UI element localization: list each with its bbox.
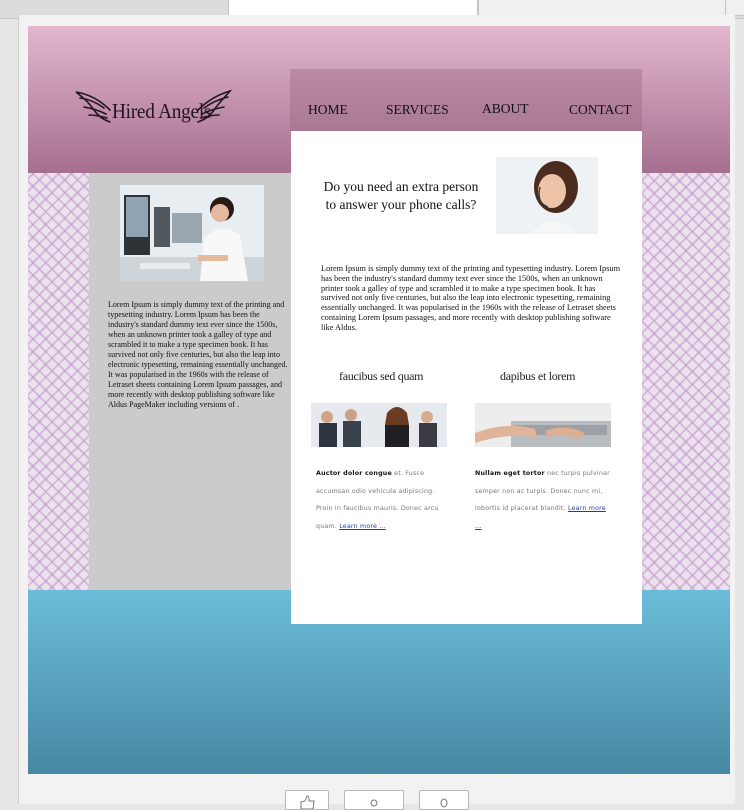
headline-line-1: Do you need an extra person bbox=[323, 179, 479, 194]
headline-line-2: to answer your phone calls? bbox=[325, 197, 477, 212]
main-content-panel: Do you need an extra person to answer yo… bbox=[291, 131, 642, 624]
comment-button[interactable] bbox=[344, 790, 404, 810]
nav-band bbox=[290, 69, 642, 131]
browser-tab-active[interactable] bbox=[228, 0, 478, 16]
browser-tab-overflow[interactable] bbox=[725, 0, 744, 16]
comment-icon bbox=[370, 799, 378, 807]
card-2-lead: Nullam eget tortor bbox=[475, 470, 545, 477]
thumbs-up-button[interactable] bbox=[285, 790, 329, 810]
site-logo-text: Hired Angels bbox=[112, 99, 212, 123]
card-1-learn-more-link[interactable]: Learn more ... bbox=[339, 523, 386, 530]
browser-tab[interactable] bbox=[478, 0, 726, 16]
call-agent-photo bbox=[496, 157, 598, 234]
favorite-button[interactable] bbox=[419, 790, 469, 810]
card-text-1: Auctor dolor congue et. Fusce accumsan o… bbox=[316, 465, 452, 535]
website-mockup: Hired Angels HOME SERVICES ABOUT CONTACT… bbox=[28, 26, 730, 774]
card-heading-1: faucibus sed quam bbox=[339, 369, 424, 383]
sidebar-text: Lorem Ipsum is simply dummy text of the … bbox=[108, 300, 288, 409]
card-1-lead: Auctor dolor congue bbox=[316, 470, 392, 477]
nav-about[interactable]: ABOUT bbox=[482, 101, 529, 117]
favorite-icon bbox=[440, 798, 448, 808]
card-heading-2: dapibus et lorem bbox=[500, 369, 576, 383]
headline-question: Do you need an extra person to answer yo… bbox=[321, 178, 481, 214]
nav-services[interactable]: SERVICES bbox=[386, 102, 449, 118]
team-photo bbox=[311, 403, 447, 447]
card-text-2: Nullam eget tortor nec turpis pulvinar s… bbox=[475, 465, 611, 535]
office-photo bbox=[120, 185, 264, 281]
card-1-body: et. Fusce accumsan odio vehicula adipisc… bbox=[316, 470, 439, 530]
pattern-panel-left bbox=[28, 173, 89, 590]
nav-contact[interactable]: CONTACT bbox=[569, 102, 632, 118]
thumbs-up-icon bbox=[300, 795, 315, 809]
nav-home[interactable]: HOME bbox=[308, 102, 348, 118]
site-logo[interactable]: Hired Angels bbox=[74, 88, 234, 132]
laptop-typing-photo bbox=[475, 403, 611, 447]
pattern-panel-right bbox=[642, 173, 730, 590]
intro-paragraph: Lorem Ipsum is simply dummy text of the … bbox=[321, 264, 621, 332]
